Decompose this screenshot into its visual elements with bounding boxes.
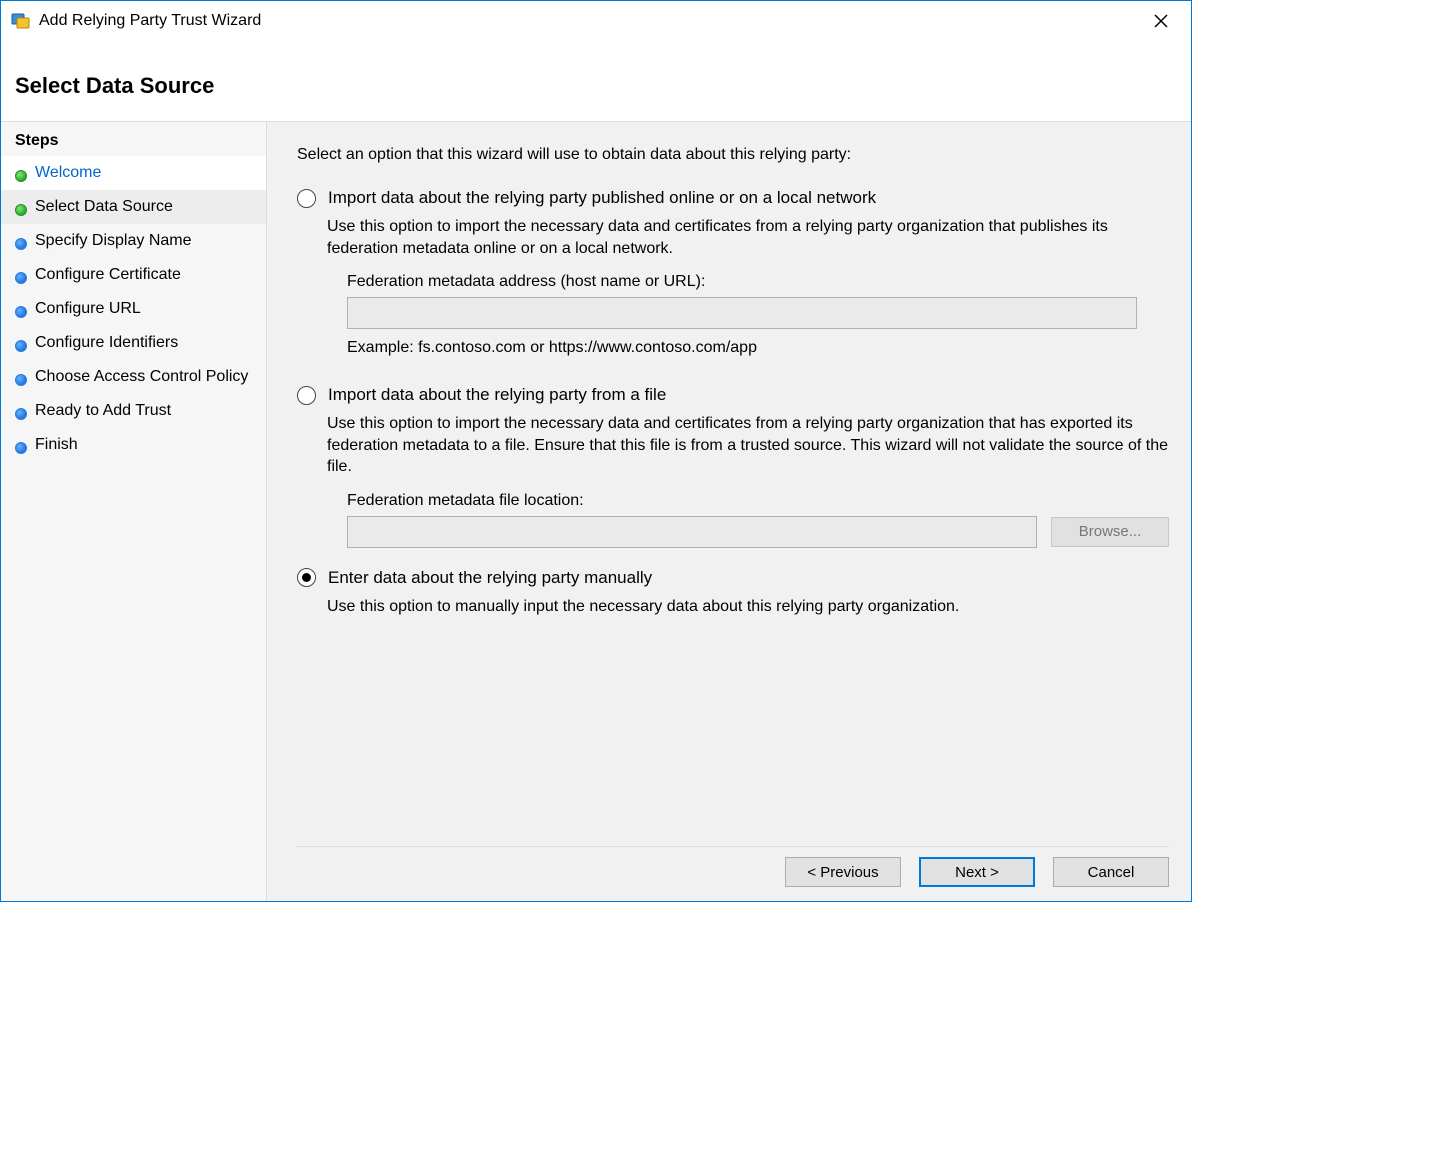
step-bullet-icon <box>15 272 27 284</box>
option-title: Import data about the relying party publ… <box>328 188 876 208</box>
step-bullet-icon <box>15 340 27 352</box>
next-button[interactable]: Next > <box>919 857 1035 887</box>
step-select-data-source[interactable]: Select Data Source <box>1 190 266 224</box>
step-label: Choose Access Control Policy <box>35 368 248 386</box>
browse-button[interactable]: Browse... <box>1051 517 1169 547</box>
step-bullet-icon <box>15 442 27 454</box>
close-icon <box>1154 14 1168 28</box>
content-panel: Select an option that this wizard will u… <box>266 121 1191 901</box>
metadata-address-example: Example: fs.contoso.com or https://www.c… <box>347 339 1169 357</box>
app-icon <box>11 11 31 31</box>
step-label: Ready to Add Trust <box>35 402 171 420</box>
step-bullet-icon <box>15 170 27 182</box>
option-manual: Enter data about the relying party manua… <box>297 568 1169 632</box>
wizard-dialog: Add Relying Party Trust Wizard Select Da… <box>0 0 1192 902</box>
step-label: Finish <box>35 436 78 454</box>
step-label: Configure URL <box>35 300 141 318</box>
step-specify-display-name[interactable]: Specify Display Name <box>1 224 266 258</box>
step-configure-url[interactable]: Configure URL <box>1 292 266 326</box>
step-finish[interactable]: Finish <box>1 428 266 462</box>
option-title: Import data about the relying party from… <box>328 385 666 405</box>
radio-manual[interactable] <box>297 568 316 587</box>
step-label: Configure Certificate <box>35 266 181 284</box>
wizard-body: Steps Welcome Select Data Source Specify… <box>1 121 1191 901</box>
step-bullet-icon <box>15 408 27 420</box>
steps-list: Welcome Select Data Source Specify Displ… <box>1 156 266 462</box>
step-ready-to-add-trust[interactable]: Ready to Add Trust <box>1 394 266 428</box>
steps-panel: Steps Welcome Select Data Source Specify… <box>1 121 266 901</box>
option-title: Enter data about the relying party manua… <box>328 568 652 588</box>
step-welcome[interactable]: Welcome <box>1 156 266 190</box>
step-bullet-icon <box>15 306 27 318</box>
window-title: Add Relying Party Trust Wizard <box>39 12 1141 30</box>
step-label: Select Data Source <box>35 198 173 216</box>
option-description: Use this option to import the necessary … <box>327 216 1169 259</box>
step-bullet-icon <box>15 374 27 386</box>
step-bullet-icon <box>15 238 27 250</box>
metadata-address-input[interactable] <box>347 297 1137 329</box>
cancel-button[interactable]: Cancel <box>1053 857 1169 887</box>
metadata-file-input[interactable] <box>347 516 1037 548</box>
option-import-online: Import data about the relying party publ… <box>297 188 1169 365</box>
close-button[interactable] <box>1141 6 1181 36</box>
titlebar: Add Relying Party Trust Wizard <box>1 1 1191 41</box>
page-title: Select Data Source <box>1 41 1191 121</box>
previous-button[interactable]: < Previous <box>785 857 901 887</box>
instruction-text: Select an option that this wizard will u… <box>297 146 1169 164</box>
step-configure-certificate[interactable]: Configure Certificate <box>1 258 266 292</box>
option-description: Use this option to import the necessary … <box>327 413 1169 478</box>
step-label: Configure Identifiers <box>35 334 178 352</box>
metadata-address-label: Federation metadata address (host name o… <box>347 273 1169 291</box>
radio-import-online[interactable] <box>297 189 316 208</box>
step-label: Specify Display Name <box>35 232 192 250</box>
radio-import-file[interactable] <box>297 386 316 405</box>
step-choose-access-control-policy[interactable]: Choose Access Control Policy <box>1 360 266 394</box>
option-description: Use this option to manually input the ne… <box>327 596 1169 618</box>
step-bullet-icon <box>15 204 27 216</box>
step-label: Welcome <box>35 164 101 182</box>
wizard-button-row: < Previous Next > Cancel <box>297 846 1169 891</box>
steps-header: Steps <box>1 122 266 156</box>
step-configure-identifiers[interactable]: Configure Identifiers <box>1 326 266 360</box>
metadata-file-label: Federation metadata file location: <box>347 492 1169 510</box>
option-import-file: Import data about the relying party from… <box>297 385 1169 548</box>
